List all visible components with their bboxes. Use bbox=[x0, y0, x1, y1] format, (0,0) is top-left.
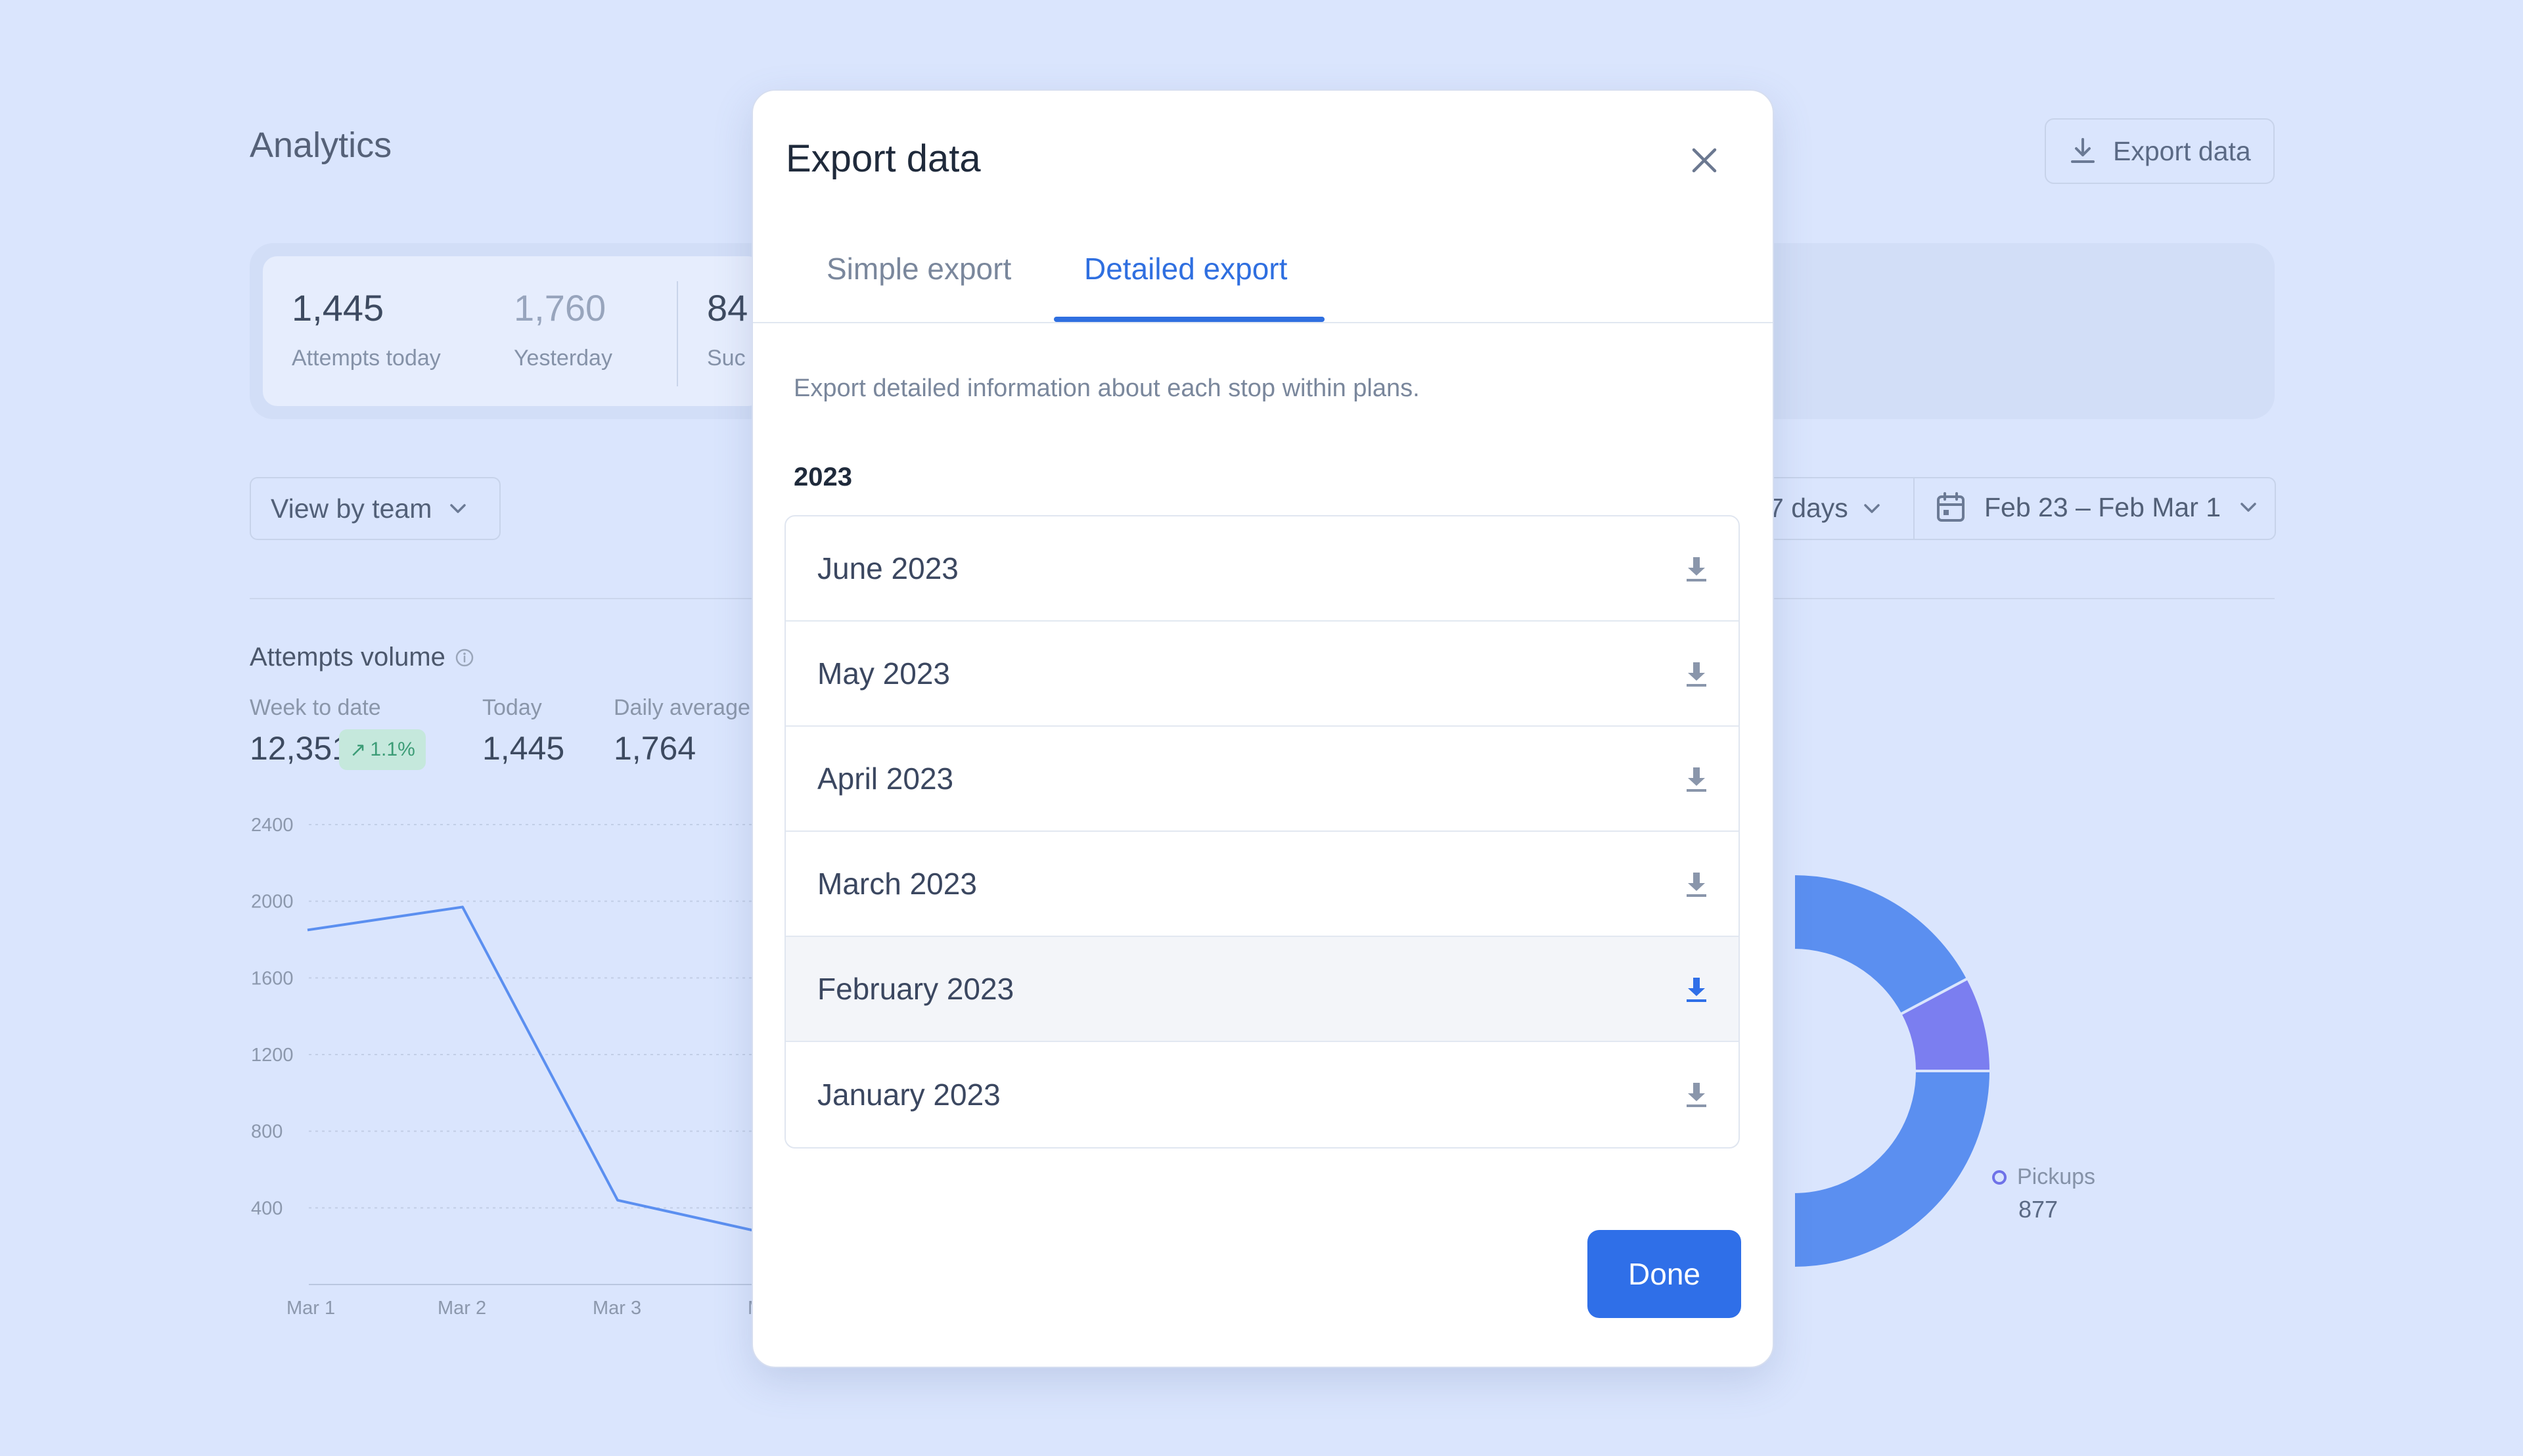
stat-yesterday-label: Yesterday bbox=[514, 346, 612, 371]
year-heading: 2023 bbox=[794, 463, 852, 491]
download-icon[interactable] bbox=[1681, 974, 1712, 1005]
series-line bbox=[307, 905, 769, 1235]
download-icon[interactable] bbox=[1681, 1079, 1712, 1110]
attempts-line-chart: 2400200016001200800400Mar 1Mar 2Mar 3M bbox=[251, 815, 769, 1319]
tab-simple-export[interactable]: Simple export bbox=[827, 251, 1011, 286]
month-row-april[interactable]: April 2023 bbox=[786, 727, 1739, 832]
y-tick-label: 800 bbox=[251, 1122, 283, 1143]
team-dropdown-label: View by team bbox=[271, 493, 432, 524]
week-value: 12,351 bbox=[250, 730, 350, 767]
legend-value: 877 bbox=[2018, 1196, 2058, 1223]
page-title: Analytics bbox=[250, 125, 392, 165]
stat-attempts-label: Attempts today bbox=[292, 346, 441, 371]
month-row-january[interactable]: January 2023 bbox=[786, 1042, 1739, 1147]
download-icon[interactable] bbox=[1681, 553, 1712, 585]
filter-divider bbox=[1913, 478, 1915, 539]
date-filter-group: 7 days Feb 23 – Feb Mar 1 bbox=[1748, 477, 2276, 540]
active-tab-indicator bbox=[1054, 317, 1325, 322]
stat-success-label: Suc bbox=[707, 346, 746, 371]
month-label: March 2023 bbox=[817, 867, 977, 901]
month-label: January 2023 bbox=[817, 1078, 1001, 1112]
change-value: 1.1% bbox=[370, 739, 415, 760]
x-tick-label: Mar 1 bbox=[286, 1298, 335, 1319]
stats-card bbox=[263, 256, 762, 406]
chevron-down-icon bbox=[2240, 503, 2256, 512]
stat-divider bbox=[677, 281, 678, 386]
modal-title: Export data bbox=[786, 137, 981, 180]
month-list: June 2023 May 2023 April 2023 March 2023… bbox=[784, 515, 1740, 1149]
today-label: Today bbox=[482, 695, 542, 720]
legend-marker bbox=[1992, 1170, 2007, 1185]
download-icon[interactable] bbox=[1681, 763, 1712, 795]
tab-detailed-export[interactable]: Detailed export bbox=[1084, 251, 1287, 286]
done-button[interactable]: Done bbox=[1587, 1230, 1741, 1318]
month-row-march[interactable]: March 2023 bbox=[786, 832, 1739, 937]
legend-label: Pickups bbox=[2017, 1164, 2096, 1189]
month-label: April 2023 bbox=[817, 762, 954, 796]
donut-segment-main-upper bbox=[1792, 872, 1970, 1016]
chevron-down-icon bbox=[450, 504, 466, 513]
export-data-button[interactable]: Export data bbox=[2045, 118, 2275, 184]
info-icon[interactable] bbox=[455, 648, 474, 668]
y-tick-label: 2000 bbox=[251, 892, 294, 913]
avg-value: 1,764 bbox=[614, 730, 696, 767]
export-modal: Export data Simple export Detailed expor… bbox=[752, 89, 1774, 1368]
donut-segment-main-lower bbox=[1792, 1070, 1993, 1270]
avg-label: Daily average bbox=[614, 695, 750, 720]
calendar-icon bbox=[1937, 492, 1965, 522]
tab-divider bbox=[753, 322, 1773, 323]
month-row-may[interactable]: May 2023 bbox=[786, 622, 1739, 727]
month-label: February 2023 bbox=[817, 972, 1014, 1006]
stat-success-value: 84 bbox=[707, 287, 748, 329]
month-row-june[interactable]: June 2023 bbox=[786, 516, 1739, 622]
month-label: May 2023 bbox=[817, 656, 951, 691]
legend-pickups: Pickups bbox=[1991, 1164, 2095, 1190]
modal-description: Export detailed information about each s… bbox=[794, 375, 1420, 402]
x-tick-label: Mar 2 bbox=[438, 1298, 486, 1319]
arrow-up-right-icon: ↗ bbox=[350, 739, 367, 761]
month-row-february[interactable]: February 2023 bbox=[786, 937, 1739, 1042]
team-dropdown[interactable]: View by team bbox=[250, 477, 501, 540]
date-range-label: Feb 23 – Feb Mar 1 bbox=[1984, 491, 2221, 522]
y-tick-label: 1600 bbox=[251, 968, 294, 989]
chevron-down-icon bbox=[1864, 503, 1880, 513]
stat-attempts-value: 1,445 bbox=[292, 287, 384, 329]
volume-title-text: Attempts volume bbox=[250, 643, 445, 671]
download-icon[interactable] bbox=[1681, 658, 1712, 690]
stat-yesterday-value: 1,760 bbox=[514, 287, 606, 329]
period-dropdown[interactable]: 7 days bbox=[1769, 493, 1881, 524]
change-badge: ↗ 1.1% bbox=[339, 729, 426, 770]
x-tick-label: Mar 3 bbox=[593, 1298, 641, 1319]
export-data-label: Export data bbox=[2113, 135, 2251, 166]
close-icon[interactable] bbox=[1685, 141, 1724, 180]
week-label: Week to date bbox=[250, 695, 381, 720]
volume-title: Attempts volume bbox=[250, 643, 474, 672]
month-label: June 2023 bbox=[817, 551, 959, 585]
y-tick-label: 1200 bbox=[251, 1045, 294, 1066]
download-icon bbox=[2071, 138, 2095, 163]
today-value: 1,445 bbox=[482, 730, 565, 767]
download-icon[interactable] bbox=[1681, 869, 1712, 900]
y-tick-label: 400 bbox=[251, 1198, 283, 1219]
y-tick-label: 2400 bbox=[251, 815, 294, 836]
date-range-dropdown[interactable]: Feb 23 – Feb Mar 1 bbox=[1936, 491, 2258, 523]
period-label: 7 days bbox=[1769, 493, 1848, 523]
